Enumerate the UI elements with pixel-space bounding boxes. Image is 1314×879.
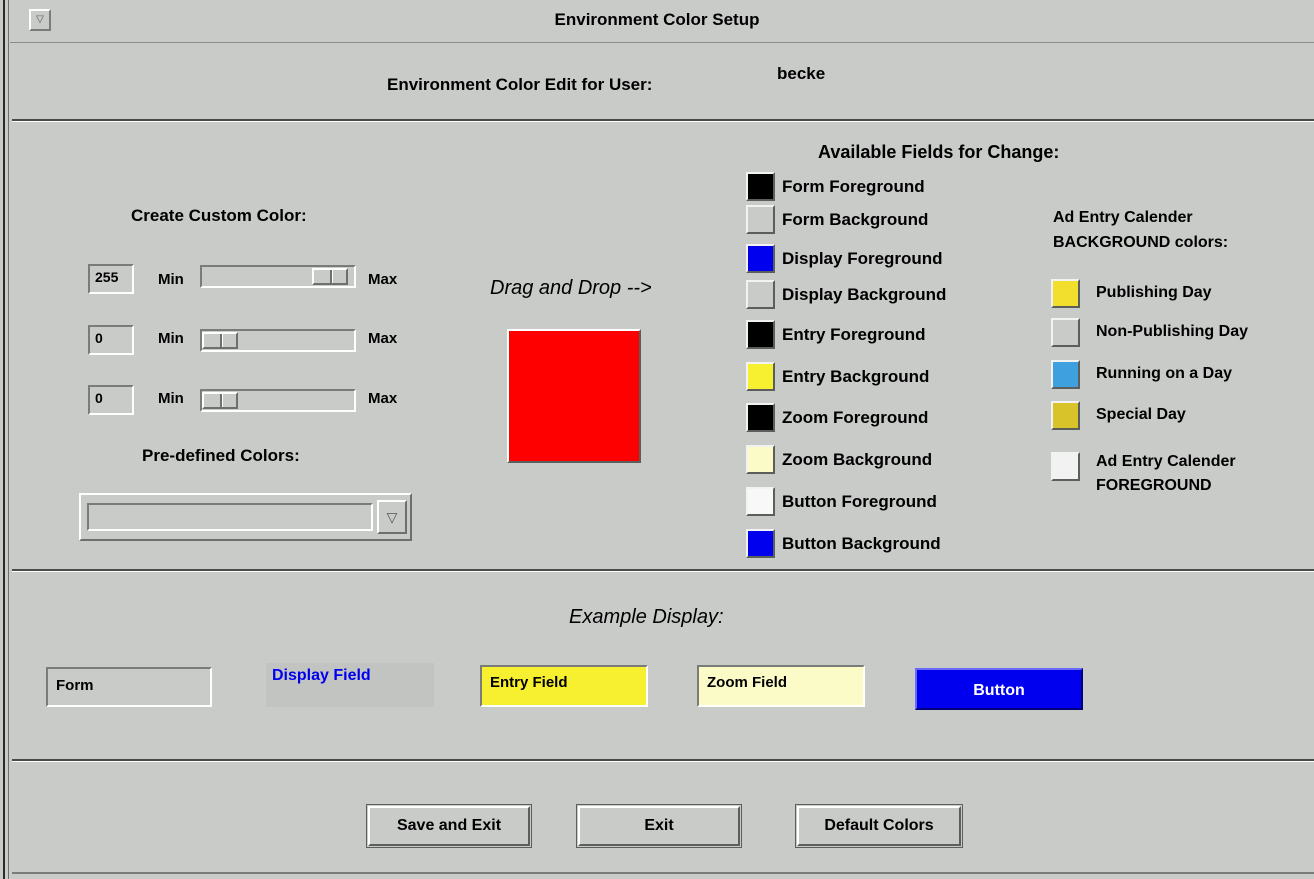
green-max-label: Max [368,330,398,347]
calendar-swatch[interactable] [1051,318,1080,347]
calendar-swatch[interactable] [1051,401,1080,430]
field-swatch[interactable] [746,244,775,273]
calendar-fg-label-line2: FOREGROUND [1096,477,1212,494]
field-swatch[interactable] [746,362,775,391]
green-slider-thumb[interactable] [202,332,238,349]
field-label: Display Background [782,285,947,304]
calendar-label: Publishing Day [1096,284,1212,301]
field-swatch[interactable] [746,172,775,201]
field-label: Display Foreground [782,249,943,268]
red-slider[interactable] [200,265,356,288]
red-min-label: Min [158,271,184,288]
example-zoom-field: Zoom Field [697,665,865,707]
divider-top [12,119,1314,122]
field-swatch[interactable] [746,205,775,234]
example-button: Button [915,668,1083,710]
calendar-title-line2: BACKGROUND colors: [1053,234,1229,251]
divider-bottom [12,759,1314,762]
field-swatch[interactable] [746,403,775,432]
field-swatch[interactable] [746,445,775,474]
example-display-field: Display Field [266,663,434,707]
green-value-field[interactable]: 0 [88,325,134,355]
field-label: Zoom Background [782,450,933,469]
green-slider[interactable] [200,329,356,352]
predefined-colors-value [87,503,373,531]
window-bottom-edge [12,872,1314,874]
red-value-field[interactable]: 255 [88,264,134,294]
user-name: becke [777,64,826,83]
calendar-label: Special Day [1096,406,1186,423]
drag-drop-label: Drag and Drop --> [490,277,652,299]
window-frame [0,0,9,879]
field-label: Button Background [782,534,941,553]
dropdown-arrow-icon[interactable]: ▽ [377,500,407,534]
example-entry-field: Entry Field [480,665,648,707]
calendar-label: Running on a Day [1096,365,1232,382]
blue-max-label: Max [368,390,398,407]
green-min-label: Min [158,330,184,347]
blue-min-label: Min [158,390,184,407]
example-display-title: Example Display: [569,606,724,628]
field-label: Form Background [782,210,929,229]
custom-color-title: Create Custom Color: [131,206,307,225]
example-form-field: Form [46,667,212,707]
red-slider-thumb[interactable] [312,268,348,285]
field-label: Entry Foreground [782,325,926,344]
calendar-title-line1: Ad Entry Calender [1053,209,1193,226]
red-max-label: Max [368,271,398,288]
color-preview-swatch[interactable] [507,329,641,463]
blue-value-field[interactable]: 0 [88,385,134,415]
available-fields-title: Available Fields for Change: [818,142,1060,162]
field-label: Button Foreground [782,492,937,511]
calendar-fg-label-line1: Ad Entry Calender [1096,453,1236,470]
window-title: Environment Color Setup [554,10,760,29]
predefined-colors-title: Pre-defined Colors: [142,446,300,465]
field-swatch[interactable] [746,320,775,349]
user-label: Environment Color Edit for User: [387,75,653,94]
blue-slider-thumb[interactable] [202,392,238,409]
field-swatch[interactable] [746,280,775,309]
field-label: Form Foreground [782,177,925,196]
field-label: Zoom Foreground [782,408,929,427]
default-colors-button[interactable]: Default Colors [797,806,961,846]
divider-middle [12,569,1314,572]
calendar-foreground-swatch[interactable] [1051,452,1080,481]
exit-button[interactable]: Exit [578,806,740,846]
predefined-colors-select[interactable]: ▽ [79,493,412,541]
field-swatch[interactable] [746,487,775,516]
calendar-swatch[interactable] [1051,360,1080,389]
field-label: Entry Background [782,367,930,386]
field-swatch[interactable] [746,529,775,558]
calendar-swatch[interactable] [1051,279,1080,308]
save-and-exit-button[interactable]: Save and Exit [368,806,530,846]
blue-slider[interactable] [200,389,356,412]
calendar-label: Non-Publishing Day [1096,323,1248,340]
